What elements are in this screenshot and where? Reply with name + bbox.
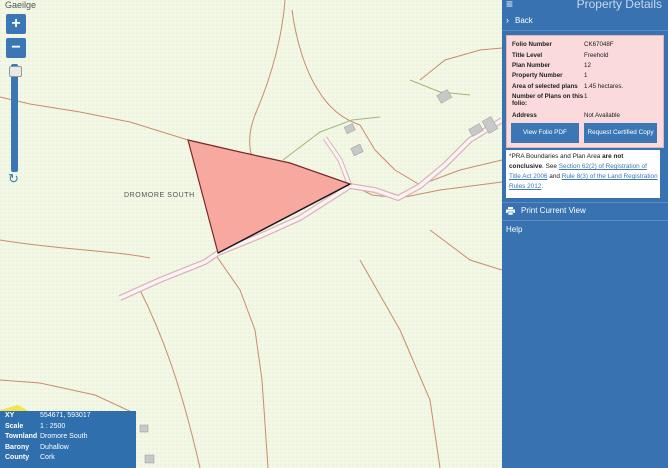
info-key: Townland xyxy=(5,433,38,440)
detail-key: Folio Number xyxy=(512,41,552,48)
info-row-townland: Townland Dromore South xyxy=(0,432,136,443)
language-link[interactable]: Gaeilge xyxy=(5,0,36,10)
info-key: XY xyxy=(5,412,15,419)
map-canvas[interactable] xyxy=(0,0,502,468)
divider xyxy=(502,202,668,203)
detail-value: 12 xyxy=(584,62,591,69)
info-value: 1 : 2500 xyxy=(40,422,66,430)
info-value: Dromore South xyxy=(40,433,88,440)
help-link[interactable]: Help xyxy=(506,225,522,234)
detail-row: Address Not Available xyxy=(512,112,662,119)
disclaimer-text: . xyxy=(541,183,544,190)
info-row-xy: XY 554671, 593017 xyxy=(0,411,136,422)
disclaimer-text: *PRA Boundaries and Plan Area xyxy=(509,153,603,160)
back-label: Back xyxy=(515,15,533,25)
info-value: Duhallow xyxy=(40,443,69,451)
info-row-scale: Scale 1 : 2500 xyxy=(0,422,136,433)
chevron-right-icon: › xyxy=(506,15,509,25)
detail-value: Freehold xyxy=(584,52,609,59)
info-key: County xyxy=(5,454,30,461)
zoom-slider-handle[interactable] xyxy=(9,66,22,77)
print-current-view-button[interactable]: Print Current View xyxy=(506,206,586,215)
panel-header: ≡ Property Details xyxy=(502,0,668,13)
divider xyxy=(502,30,668,31)
info-row-barony: Barony Duhallow xyxy=(0,443,136,454)
townland-label: DROMORE SOUTH xyxy=(124,192,195,199)
detail-row: Plan Number 12 xyxy=(512,62,662,69)
property-details-card: Folio Number CK67048F Title Level Freehold… xyxy=(506,35,664,148)
detail-value: Not Available xyxy=(584,112,621,119)
view-folio-pdf-button[interactable]: View Folio PDF xyxy=(511,123,579,143)
request-certified-copy-button[interactable]: Request Certified Copy xyxy=(584,123,657,143)
disclaimer-text: and xyxy=(547,173,562,180)
detail-value: 1 xyxy=(584,72,588,79)
info-value: Cork xyxy=(40,454,55,461)
detail-value: 1.45 hectares. xyxy=(584,83,624,90)
map-view[interactable]: Gaeilge + − ↻ DROMORE SOUTH XY 554671, 59… xyxy=(0,0,502,468)
refresh-icon[interactable]: ↻ xyxy=(8,171,19,187)
boundary-disclaimer: *PRA Boundaries and Plan Area are not co… xyxy=(506,150,660,198)
detail-key: Title Level xyxy=(512,52,543,59)
info-key: Barony xyxy=(5,443,30,451)
disclaimer-text: . See xyxy=(542,163,559,170)
location-info-box: XY 554671, 593017 Scale 1 : 2500 Townland D… xyxy=(0,411,136,468)
menu-icon[interactable]: ≡ xyxy=(506,0,513,11)
info-row-county: County Cork xyxy=(0,453,136,464)
back-button[interactable]: › Back xyxy=(506,15,533,25)
zoom-slider[interactable] xyxy=(11,64,18,172)
detail-key: Property Number xyxy=(512,72,563,79)
info-value: 554671, 593017 xyxy=(40,412,91,419)
detail-row: Area of selected plans 1.45 hectares. xyxy=(512,83,662,90)
print-label: Print Current View xyxy=(521,206,586,215)
detail-key: Plan Number xyxy=(512,62,551,69)
property-details-panel: ≡ Property Details › Back Folio Number CK… xyxy=(502,0,668,468)
info-key: Scale xyxy=(5,422,24,430)
detail-value: 1 xyxy=(584,93,588,100)
detail-row: Property Number 1 xyxy=(512,72,662,79)
zoom-out-button[interactable]: − xyxy=(6,38,26,58)
panel-title: Property Details xyxy=(576,0,662,11)
zoom-in-button[interactable]: + xyxy=(6,14,26,34)
detail-row: Title Level Freehold xyxy=(512,52,662,59)
detail-key: Address xyxy=(512,112,537,119)
detail-row: Folio Number CK67048F xyxy=(512,41,662,48)
detail-key: Area of selected plans xyxy=(512,83,578,90)
detail-row: Number of Plans on this folio: 1 xyxy=(512,93,662,107)
printer-icon xyxy=(506,206,515,215)
detail-value: CK67048F xyxy=(584,41,614,48)
divider xyxy=(502,220,668,221)
detail-key: Number of Plans on this folio: xyxy=(512,93,584,107)
